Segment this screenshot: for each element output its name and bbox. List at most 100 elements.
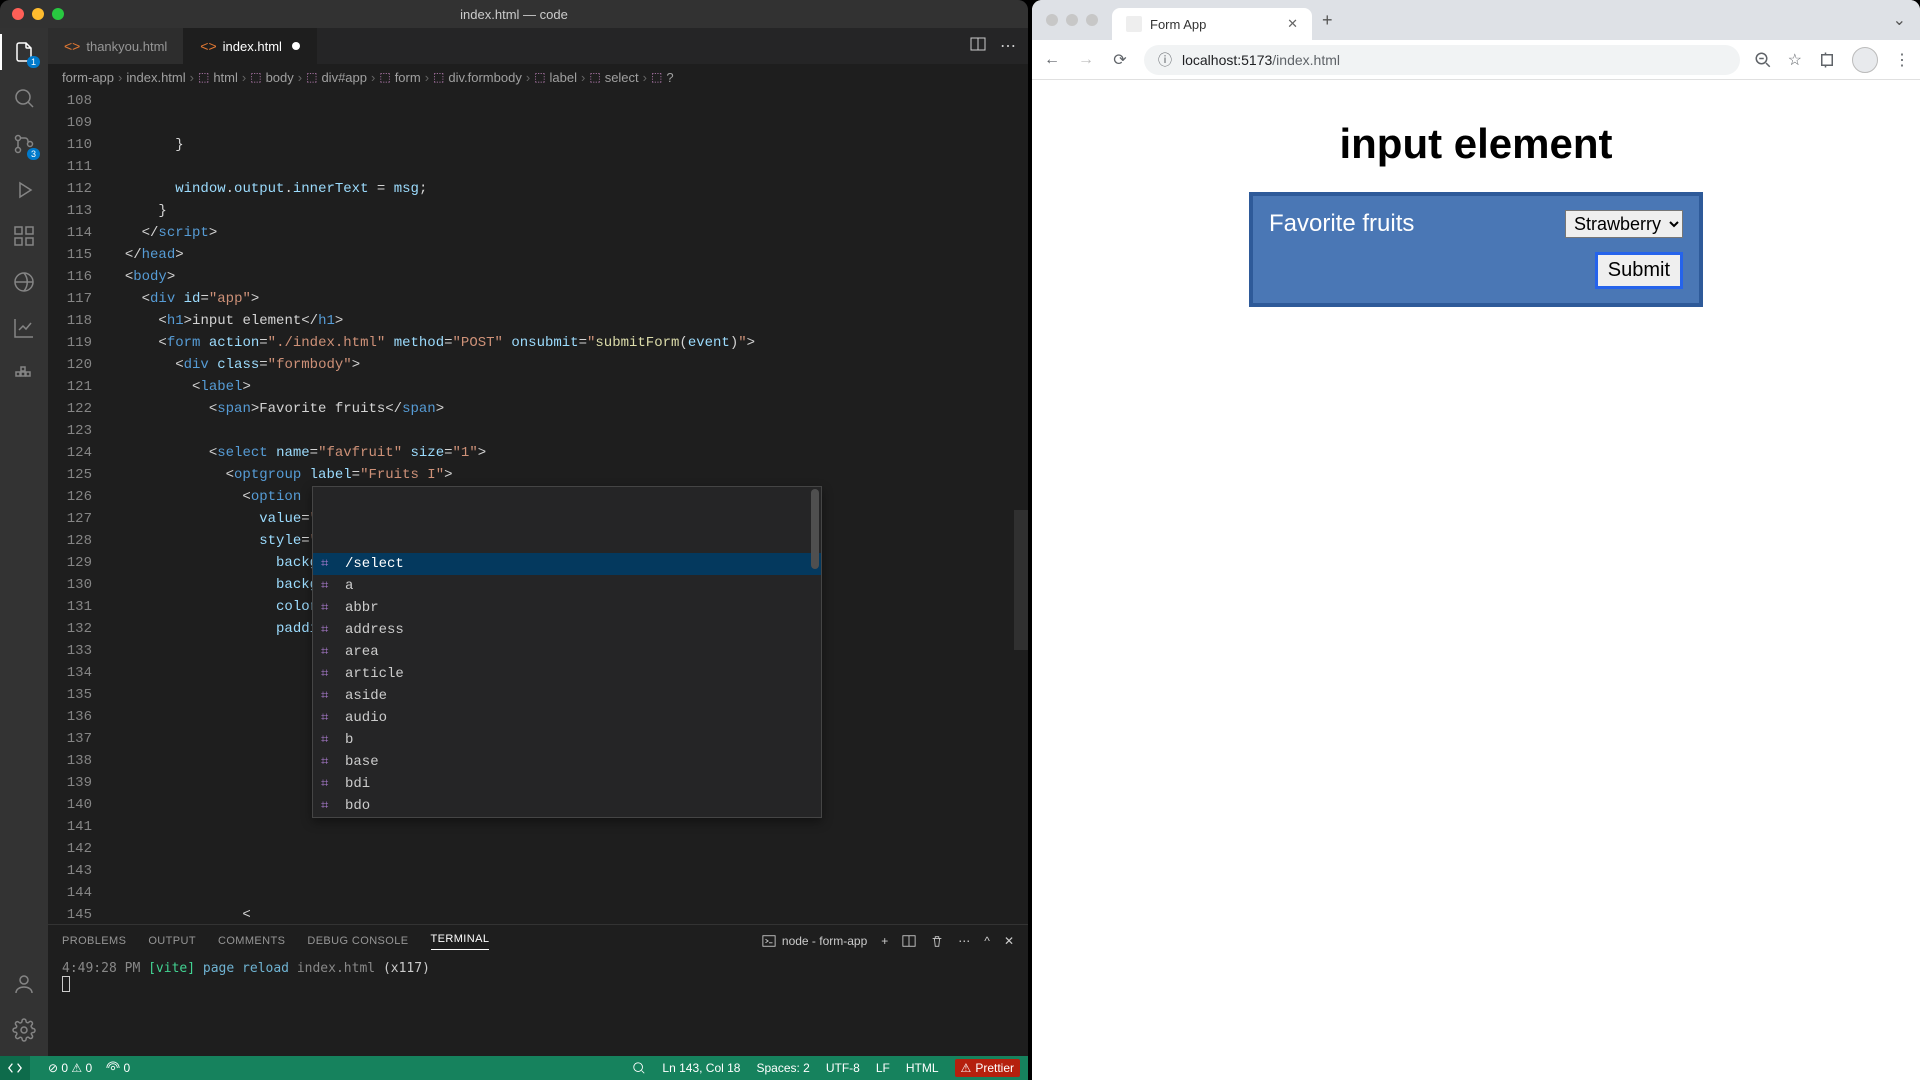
new-terminal-icon[interactable]: + [881, 934, 888, 948]
account-icon[interactable] [10, 970, 38, 998]
browser-tab[interactable]: Form App ✕ [1112, 8, 1312, 40]
autocomplete-item[interactable]: ⌗base [313, 751, 821, 773]
reload-button[interactable]: ⟳ [1110, 50, 1130, 70]
snippet-icon: ⌗ [321, 707, 337, 729]
browser-window: Form App ✕ + ⌄ ← → ⟳ ⓘ localhost:5173/in… [1032, 0, 1920, 1080]
source-control-icon[interactable]: 3 [10, 130, 38, 158]
new-tab-button[interactable]: + [1322, 10, 1333, 31]
autocomplete-item[interactable]: ⌗a [313, 575, 821, 597]
panel-tab[interactable]: COMMENTS [218, 935, 285, 947]
status-find-icon[interactable] [632, 1061, 646, 1075]
breadcrumbs[interactable]: form-app›index.html›⬚html›⬚body›⬚div#app… [48, 64, 1028, 90]
editor-tab[interactable]: <>index.html [184, 28, 317, 64]
browser-close[interactable] [1046, 14, 1058, 26]
breadcrumb-item[interactable]: ⬚div#app [306, 70, 367, 85]
terminal-dropdown[interactable]: node - form-app [762, 934, 867, 948]
autocomplete-scrollbar[interactable] [811, 489, 819, 569]
status-encoding[interactable]: UTF-8 [826, 1061, 860, 1075]
panel-tab[interactable]: PROBLEMS [62, 935, 126, 947]
forward-button[interactable]: → [1076, 51, 1096, 69]
site-info-icon[interactable]: ⓘ [1158, 50, 1172, 70]
autocomplete-item[interactable]: ⌗area [313, 641, 821, 663]
more-actions-icon[interactable]: ⋯ [1000, 36, 1016, 56]
close-tab-icon[interactable]: ✕ [1287, 16, 1298, 32]
maximize-panel-icon[interactable]: ^ [984, 934, 990, 948]
autocomplete-item[interactable]: ⌗article [313, 663, 821, 685]
autocomplete-item[interactable]: ⌗/select [313, 553, 821, 575]
extensions-icon[interactable] [10, 222, 38, 250]
zoom-icon[interactable] [1754, 51, 1772, 69]
editor-tabs: <>thankyou.html<>index.html ⋯ [48, 28, 1028, 64]
extensions-icon[interactable] [1818, 51, 1836, 69]
settings-gear-icon[interactable] [10, 1016, 38, 1044]
breadcrumb-item[interactable]: form-app [62, 70, 114, 85]
snippet-icon: ⌗ [321, 553, 337, 575]
snippet-icon: ⌗ [321, 663, 337, 685]
minimap[interactable] [1014, 90, 1028, 924]
tab-favicon [1126, 16, 1142, 32]
search-icon[interactable] [10, 84, 38, 112]
breadcrumb-item[interactable]: index.html [126, 70, 185, 85]
maximize-window[interactable] [52, 8, 64, 20]
status-spaces[interactable]: Spaces: 2 [756, 1061, 809, 1075]
code-editor[interactable]: 1081091101111121131141151161171181191201… [48, 90, 1028, 924]
breadcrumb-item[interactable]: ⬚? [651, 70, 674, 85]
panel-tab[interactable]: OUTPUT [148, 935, 196, 947]
breadcrumb-item[interactable]: ⬚select [589, 70, 638, 85]
docker-icon[interactable] [10, 360, 38, 388]
browser-maximize[interactable] [1086, 14, 1098, 26]
kill-terminal-icon[interactable] [930, 934, 944, 948]
back-button[interactable]: ← [1042, 51, 1062, 69]
close-panel-icon[interactable]: ✕ [1004, 934, 1014, 948]
menu-icon[interactable]: ⋮ [1894, 50, 1910, 70]
snippet-icon: ⌗ [321, 575, 337, 597]
autocomplete-item[interactable]: ⌗address [313, 619, 821, 641]
breadcrumb-item[interactable]: ⬚html [198, 70, 238, 85]
panel-tab[interactable]: TERMINAL [431, 933, 490, 950]
graph-icon[interactable] [10, 314, 38, 342]
autocomplete-item[interactable]: ⌗bdi [313, 773, 821, 795]
snippet-icon: ⌗ [321, 619, 337, 641]
breadcrumb-item[interactable]: ⬚body [250, 70, 294, 85]
html-file-icon: <> [64, 38, 80, 54]
bookmark-icon[interactable]: ☆ [1788, 50, 1802, 70]
breadcrumb-item[interactable]: ⬚label [534, 70, 577, 85]
terminal-output[interactable]: 4:49:28 PM [vite] page reload index.html… [48, 957, 1028, 1000]
panel-more-icon[interactable]: ⋯ [958, 934, 970, 948]
split-terminal-icon[interactable] [902, 934, 916, 948]
status-cursor[interactable]: Ln 143, Col 18 [662, 1061, 740, 1075]
chevron-down-icon[interactable]: ⌄ [1893, 10, 1920, 30]
browser-minimize[interactable] [1066, 14, 1078, 26]
editor-tab[interactable]: <>thankyou.html [48, 28, 184, 64]
autocomplete-item[interactable]: ⌗bdo [313, 795, 821, 817]
fruit-select[interactable]: Strawberry [1565, 210, 1683, 238]
submit-button[interactable]: Submit [1595, 252, 1683, 289]
autocomplete-item[interactable]: ⌗abbr [313, 597, 821, 619]
panel-tab[interactable]: DEBUG CONSOLE [307, 935, 408, 947]
autocomplete-popup[interactable]: ⌗/select⌗a⌗abbr⌗address⌗area⌗article⌗asi… [312, 486, 822, 818]
split-editor-icon[interactable] [970, 36, 986, 56]
autocomplete-item[interactable]: ⌗audio [313, 707, 821, 729]
address-bar[interactable]: ⓘ localhost:5173/index.html [1144, 45, 1740, 75]
breadcrumb-item[interactable]: ⬚div.formbody [433, 70, 522, 85]
remote-indicator[interactable] [0, 1056, 30, 1080]
status-problems[interactable]: ⊘ 0 ⚠ 0 [48, 1061, 92, 1075]
status-eol[interactable]: LF [876, 1061, 890, 1075]
status-lang[interactable]: HTML [906, 1061, 939, 1075]
profile-avatar[interactable] [1852, 47, 1878, 73]
close-window[interactable] [12, 8, 24, 20]
page-viewport: input element Favorite fruits Strawberry… [1032, 80, 1920, 1080]
autocomplete-item[interactable]: ⌗aside [313, 685, 821, 707]
tab-title: Form App [1150, 17, 1206, 32]
explorer-icon[interactable]: 1 [10, 38, 38, 66]
minimize-window[interactable] [32, 8, 44, 20]
breadcrumb-item[interactable]: ⬚form [379, 70, 420, 85]
status-prettier[interactable]: ⚠ Prettier [955, 1059, 1020, 1077]
debug-icon[interactable] [10, 176, 38, 204]
minimap-slider[interactable] [1014, 510, 1028, 650]
page-heading: input element [1072, 120, 1880, 168]
form-label: Favorite fruits [1269, 210, 1414, 238]
autocomplete-item[interactable]: ⌗b [313, 729, 821, 751]
remote-icon[interactable] [10, 268, 38, 296]
status-ports[interactable]: 0 [106, 1061, 130, 1076]
